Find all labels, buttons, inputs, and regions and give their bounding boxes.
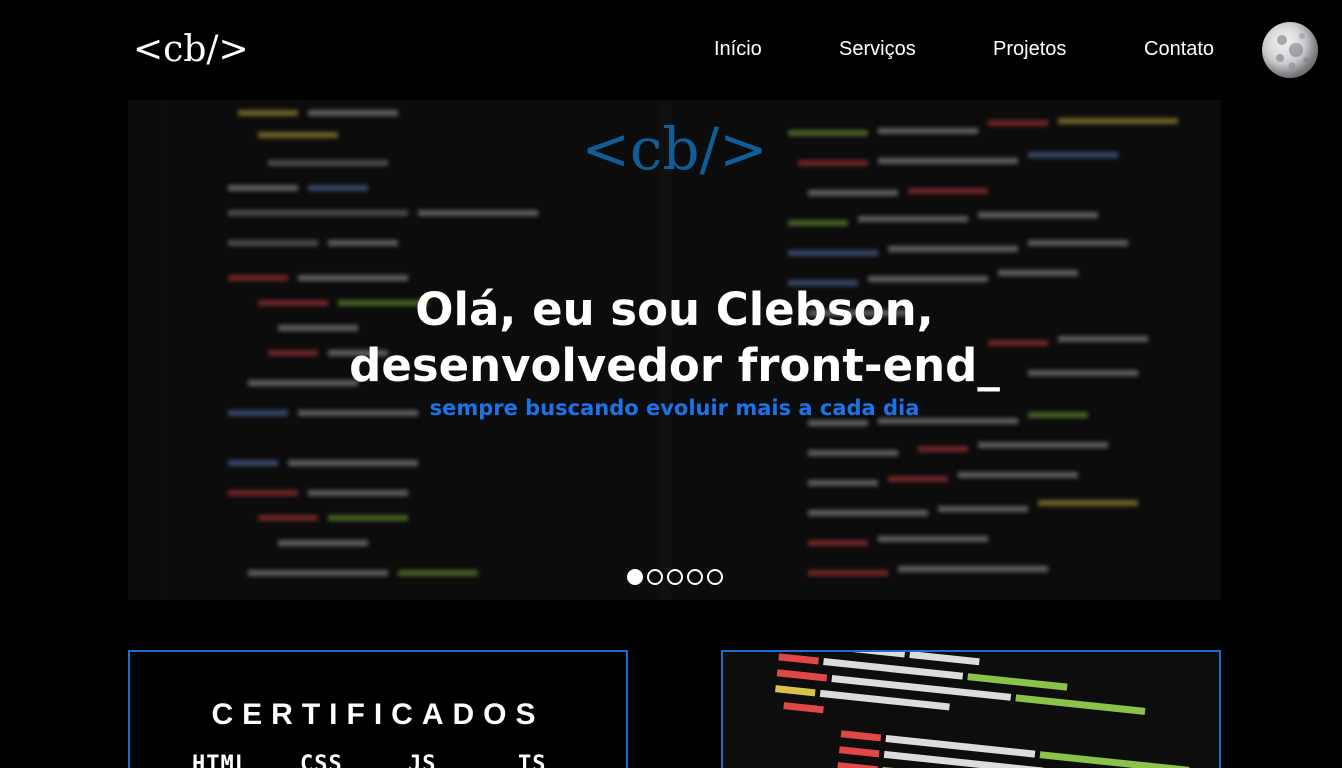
carousel-dot-3[interactable] [666, 569, 683, 585]
nav-contato[interactable]: Contato [1144, 38, 1214, 61]
carousel-dot-5[interactable] [706, 569, 723, 585]
hero-banner: <cb/> Olá, eu sou Clebson, desenvolvedor… [128, 100, 1221, 600]
nav-projetos[interactable]: Projetos [993, 38, 1066, 61]
moon-avatar[interactable] [1262, 22, 1318, 78]
tech-js[interactable]: JS [408, 752, 437, 768]
nav-servicos[interactable]: Serviços [839, 38, 916, 61]
tech-css[interactable]: CSS [300, 752, 343, 768]
carousel-dot-4[interactable] [686, 569, 703, 585]
hero-title-line2: desenvolvedor front-end_ [349, 339, 1000, 392]
moon-icon [1276, 33, 1309, 70]
certificados-card: CERTIFICADOS HTML CSS JS TS [128, 650, 628, 768]
tech-html[interactable]: HTML [192, 752, 249, 768]
certificados-title: CERTIFICADOS [211, 698, 545, 731]
projects-code-card[interactable] [721, 650, 1221, 768]
code-screenshot-image [723, 652, 1219, 768]
main-nav: Início Serviços Projetos Contato [0, 38, 1342, 64]
carousel-dot-2[interactable] [646, 569, 663, 585]
nav-inicio[interactable]: Início [714, 38, 762, 61]
tech-ts[interactable]: TS [518, 752, 547, 768]
carousel-dot-1[interactable] [626, 569, 643, 585]
hero-title: Olá, eu sou Clebson, desenvolvedor front… [128, 282, 1221, 394]
certificados-techs: HTML CSS JS TS [130, 752, 626, 768]
carousel-indicators [128, 569, 1221, 585]
hero-logo: <cb/> [581, 115, 768, 183]
hero-title-line1: Olá, eu sou Clebson, [415, 283, 934, 336]
hero-subtitle: sempre buscando evoluir mais a cada dia [429, 396, 920, 420]
